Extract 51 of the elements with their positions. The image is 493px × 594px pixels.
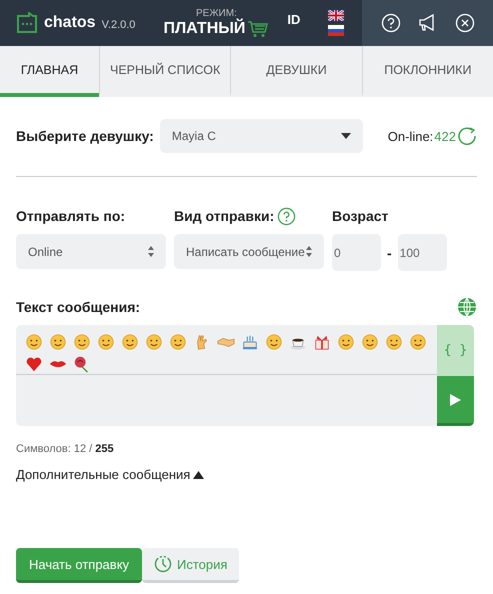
extra-messages-toggle[interactable]: Дополнительные сообщения <box>0 455 220 482</box>
smiley-icon[interactable] <box>144 333 164 351</box>
id-label: ID <box>287 12 300 26</box>
close-icon[interactable] <box>454 13 474 33</box>
dropdown-caret-icon <box>340 133 351 139</box>
send-by-select[interactable]: Online <box>16 234 166 269</box>
girl-dropdown[interactable]: Mayia C <box>160 119 363 153</box>
send-button[interactable] <box>437 376 474 426</box>
up-down-arrows-icon <box>148 246 154 257</box>
smiley-icon[interactable] <box>48 333 68 351</box>
smiley-icon[interactable] <box>72 333 92 351</box>
heart-icon[interactable] <box>24 355 44 373</box>
smiley-icon[interactable] <box>24 333 44 351</box>
smiley-icon[interactable] <box>336 333 356 351</box>
mode-label: РЕЖИМ: <box>196 8 237 19</box>
refresh-icon[interactable] <box>457 126 477 146</box>
age-label: Возраст <box>332 208 388 224</box>
clock-icon <box>154 555 172 573</box>
up-down-arrows-icon <box>306 246 312 257</box>
message-label: Текст сообщения: <box>16 299 140 315</box>
character-counter: Символов: 12 / 255 <box>15 442 115 455</box>
age-from-field[interactable]: 0 <box>332 234 381 271</box>
russia-flag-icon[interactable] <box>328 25 344 36</box>
tab[interactable]: ЧЕРНЫЙ СПИСОК <box>99 46 230 97</box>
tab[interactable]: ДЕВУШКИ <box>230 46 362 97</box>
smiley-icon[interactable] <box>384 333 404 351</box>
age-separator: - <box>387 244 392 260</box>
smiley-icon[interactable] <box>408 333 428 351</box>
tab[interactable]: ГЛАВНАЯ <box>0 46 99 97</box>
cake-icon[interactable] <box>240 333 260 351</box>
version-label: V.2.0.0 <box>102 18 136 30</box>
globe-icon[interactable] <box>457 297 477 317</box>
online-label: On-line: <box>388 128 434 144</box>
online-count: 422 <box>434 128 456 144</box>
chat-logo-icon <box>16 12 38 34</box>
smiley-icon[interactable] <box>264 333 284 351</box>
send-type-select[interactable]: Написать сообщение <box>174 234 324 269</box>
girl-label: Выберите девушку: <box>16 128 154 144</box>
send-by-label: Отправлять по: <box>16 208 126 224</box>
age-to-field[interactable]: 100 <box>398 234 447 271</box>
smiley-icon[interactable] <box>120 333 140 351</box>
smiley-icon[interactable] <box>96 333 116 351</box>
uk-flag-icon[interactable] <box>328 10 344 21</box>
tab[interactable]: ПОКЛОННИКИ <box>362 46 493 97</box>
app-name: chatos <box>44 14 96 32</box>
play-icon <box>450 394 461 406</box>
mode-value: ПЛАТНЫЙ <box>163 20 246 38</box>
cart-icon[interactable] <box>247 20 270 38</box>
smiley-icon[interactable] <box>360 333 380 351</box>
smiley-icon[interactable] <box>168 333 188 351</box>
send-type-label: Вид отправки: <box>174 208 274 224</box>
